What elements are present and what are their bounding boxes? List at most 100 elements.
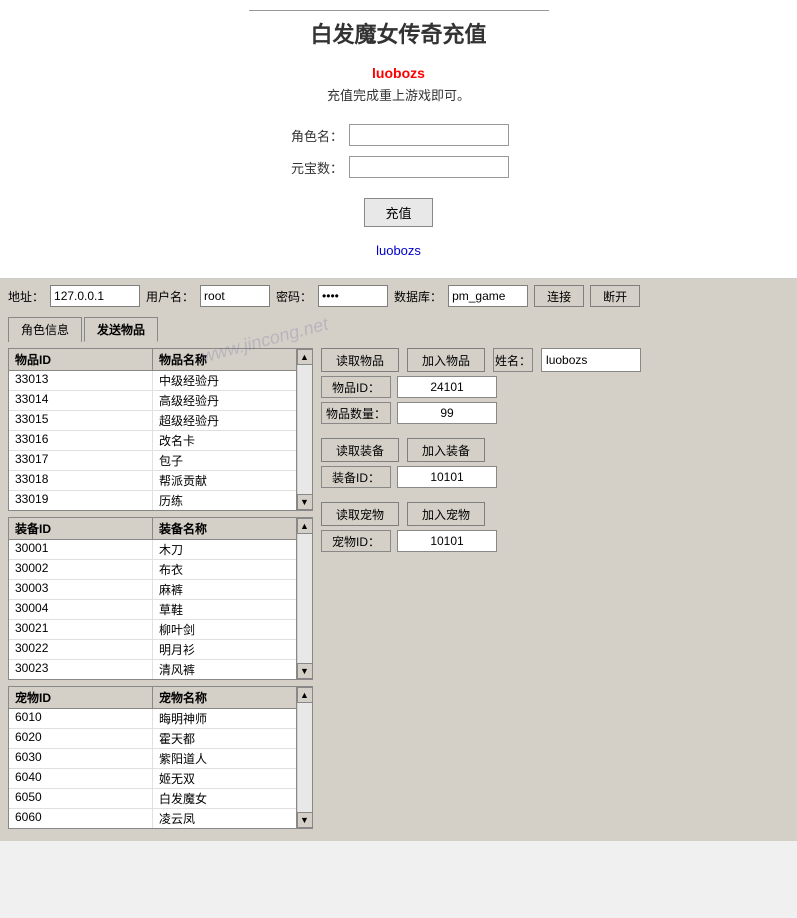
pet-scrollbar[interactable]: ▲ ▼ xyxy=(296,687,312,828)
table-row[interactable]: 6040姬无双 xyxy=(9,769,296,789)
table-row[interactable]: 30022明月衫 xyxy=(9,640,296,660)
addr-input[interactable] xyxy=(50,285,140,307)
read-equip-button[interactable]: 读取装备 xyxy=(321,438,399,462)
equip-id-label: 装备ID： xyxy=(321,466,391,488)
pet-col-name: 宠物名称 xyxy=(153,687,296,708)
db-input[interactable] xyxy=(448,285,528,307)
table-row[interactable]: 6010晦明神师 xyxy=(9,709,296,729)
charge-button[interactable]: 充值 xyxy=(364,198,432,227)
yuan-row: 元宝数： xyxy=(0,156,797,178)
items-controls: 读取物品 加入物品 姓名： 物品ID： 物品数量： xyxy=(321,348,789,424)
pet-table-data: 6010晦明神师 6020霍天都 6030紫阳道人 6040姬无双 6050白发… xyxy=(9,709,296,828)
toolbar: 地址： 用户名： 密码： 数据库： 连接 断开 xyxy=(0,279,797,313)
table-row[interactable]: 30003麻裤 xyxy=(9,580,296,600)
add-item-button[interactable]: 加入物品 xyxy=(407,348,485,372)
scroll-down-btn[interactable]: ▼ xyxy=(297,494,313,510)
tabs-row: 角色信息 发送物品 xyxy=(0,313,797,342)
equip-action-row: 读取装备 加入装备 xyxy=(321,438,789,462)
items-scrollbar[interactable]: ▲ ▼ xyxy=(296,349,312,510)
tab-char-info[interactable]: 角色信息 xyxy=(8,317,82,342)
char-row: 角色名： xyxy=(0,124,797,146)
table-row[interactable]: 6060凌云凤 xyxy=(9,809,296,828)
items-table: 物品ID 物品名称 33013中级经验丹 33014高级经验丹 33015超级经… xyxy=(8,348,313,511)
table-row[interactable]: 33019历练 xyxy=(9,491,296,510)
item-id-input[interactable] xyxy=(397,376,497,398)
table-row[interactable]: 33014高级经验丹 xyxy=(9,391,296,411)
tool-section: 地址： 用户名： 密码： 数据库： 连接 断开 角色信息 发送物品 xyxy=(0,279,797,841)
read-item-button[interactable]: 读取物品 xyxy=(321,348,399,372)
pwd-label: 密码： xyxy=(276,288,312,305)
table-row[interactable]: 30001木刀 xyxy=(9,540,296,560)
yuan-input[interactable] xyxy=(349,156,509,178)
pet-id-row: 宠物ID： xyxy=(321,530,789,552)
scroll-track xyxy=(298,703,312,812)
right-area: 读取物品 加入物品 姓名： 物品ID： 物品数量： 读取装备 xyxy=(321,348,789,835)
table-row[interactable]: 6020霍天都 xyxy=(9,729,296,749)
scroll-track xyxy=(298,365,312,494)
add-equip-button[interactable]: 加入装备 xyxy=(407,438,485,462)
pet-controls: 读取宠物 加入宠物 宠物ID： xyxy=(321,502,789,552)
equip-col-name: 装备名称 xyxy=(153,518,296,539)
table-row[interactable]: 33018帮派贡献 xyxy=(9,471,296,491)
equip-table: 装备ID 装备名称 30001木刀 30002布衣 30003麻裤 30004草… xyxy=(8,517,313,680)
yuan-label: 元宝数： xyxy=(288,158,343,177)
pet-col-id: 宠物ID xyxy=(9,687,153,708)
table-row[interactable]: 30004草鞋 xyxy=(9,600,296,620)
read-pet-button[interactable]: 读取宠物 xyxy=(321,502,399,526)
table-row[interactable]: 6030紫阳道人 xyxy=(9,749,296,769)
items-action-row: 读取物品 加入物品 姓名： xyxy=(321,348,789,372)
table-row[interactable]: 33013中级经验丹 xyxy=(9,371,296,391)
scroll-down-btn[interactable]: ▼ xyxy=(297,812,313,828)
name-input[interactable] xyxy=(541,348,641,372)
left-area: 物品ID 物品名称 33013中级经验丹 33014高级经验丹 33015超级经… xyxy=(8,348,313,835)
equip-scrollbar[interactable]: ▲ ▼ xyxy=(296,518,312,679)
equip-controls: 读取装备 加入装备 装备ID： xyxy=(321,438,789,488)
bottom-link[interactable]: luobozs xyxy=(0,243,797,258)
char-label: 角色名： xyxy=(288,126,343,145)
item-qty-input[interactable] xyxy=(397,402,497,424)
items-table-section: 物品ID 物品名称 33013中级经验丹 33014高级经验丹 33015超级经… xyxy=(8,348,313,511)
user-label: 用户名： xyxy=(146,288,194,305)
table-row[interactable]: 33015超级经验丹 xyxy=(9,411,296,431)
table-row[interactable]: 30021柳叶剑 xyxy=(9,620,296,640)
equip-id-input[interactable] xyxy=(397,466,497,488)
name-label: 姓名： xyxy=(493,348,533,372)
addr-label: 地址： xyxy=(8,288,44,305)
top-section: 白发魔女传奇充值 luobozs 充值完成重上游戏即可。 角色名： 元宝数： 充… xyxy=(0,0,797,279)
scroll-up-btn[interactable]: ▲ xyxy=(297,687,313,703)
user-input[interactable] xyxy=(200,285,270,307)
table-row[interactable]: 33016改名卡 xyxy=(9,431,296,451)
divider-line xyxy=(249,10,549,11)
pet-id-input[interactable] xyxy=(397,530,497,552)
item-id-row: 物品ID： xyxy=(321,376,789,398)
page-title: 白发魔女传奇充值 xyxy=(0,17,797,49)
subtitle: 充值完成重上游戏即可。 xyxy=(0,85,797,104)
equip-id-row: 装备ID： xyxy=(321,466,789,488)
scroll-up-btn[interactable]: ▲ xyxy=(297,349,313,365)
table-row[interactable]: 6050白发魔女 xyxy=(9,789,296,809)
db-label: 数据库： xyxy=(394,288,442,305)
char-input[interactable] xyxy=(349,124,509,146)
add-pet-button[interactable]: 加入宠物 xyxy=(407,502,485,526)
equip-col-id: 装备ID xyxy=(9,518,153,539)
tab-send-item[interactable]: 发送物品 xyxy=(84,317,158,342)
scroll-down-btn[interactable]: ▼ xyxy=(297,663,313,679)
scroll-up-btn[interactable]: ▲ xyxy=(297,518,313,534)
table-row[interactable]: 33017包子 xyxy=(9,451,296,471)
pwd-input[interactable] xyxy=(318,285,388,307)
username-link[interactable]: luobozs xyxy=(0,65,797,81)
items-table-data: 33013中级经验丹 33014高级经验丹 33015超级经验丹 33016改名… xyxy=(9,371,296,510)
item-qty-row: 物品数量： xyxy=(321,402,789,424)
items-col-id: 物品ID xyxy=(9,349,153,370)
items-col-name: 物品名称 xyxy=(153,349,296,370)
disconnect-button[interactable]: 断开 xyxy=(590,285,640,307)
table-row[interactable]: 30023清风裤 xyxy=(9,660,296,679)
pet-table: 宠物ID 宠物名称 6010晦明神师 6020霍天都 6030紫阳道人 6040… xyxy=(8,686,313,829)
pet-table-section: 宠物ID 宠物名称 6010晦明神师 6020霍天都 6030紫阳道人 6040… xyxy=(8,686,313,829)
main-panel: 物品ID 物品名称 33013中级经验丹 33014高级经验丹 33015超级经… xyxy=(0,342,797,841)
equip-table-data: 30001木刀 30002布衣 30003麻裤 30004草鞋 30021柳叶剑… xyxy=(9,540,296,679)
connect-button[interactable]: 连接 xyxy=(534,285,584,307)
equip-table-section: 装备ID 装备名称 30001木刀 30002布衣 30003麻裤 30004草… xyxy=(8,517,313,680)
pet-action-row: 读取宠物 加入宠物 xyxy=(321,502,789,526)
table-row[interactable]: 30002布衣 xyxy=(9,560,296,580)
